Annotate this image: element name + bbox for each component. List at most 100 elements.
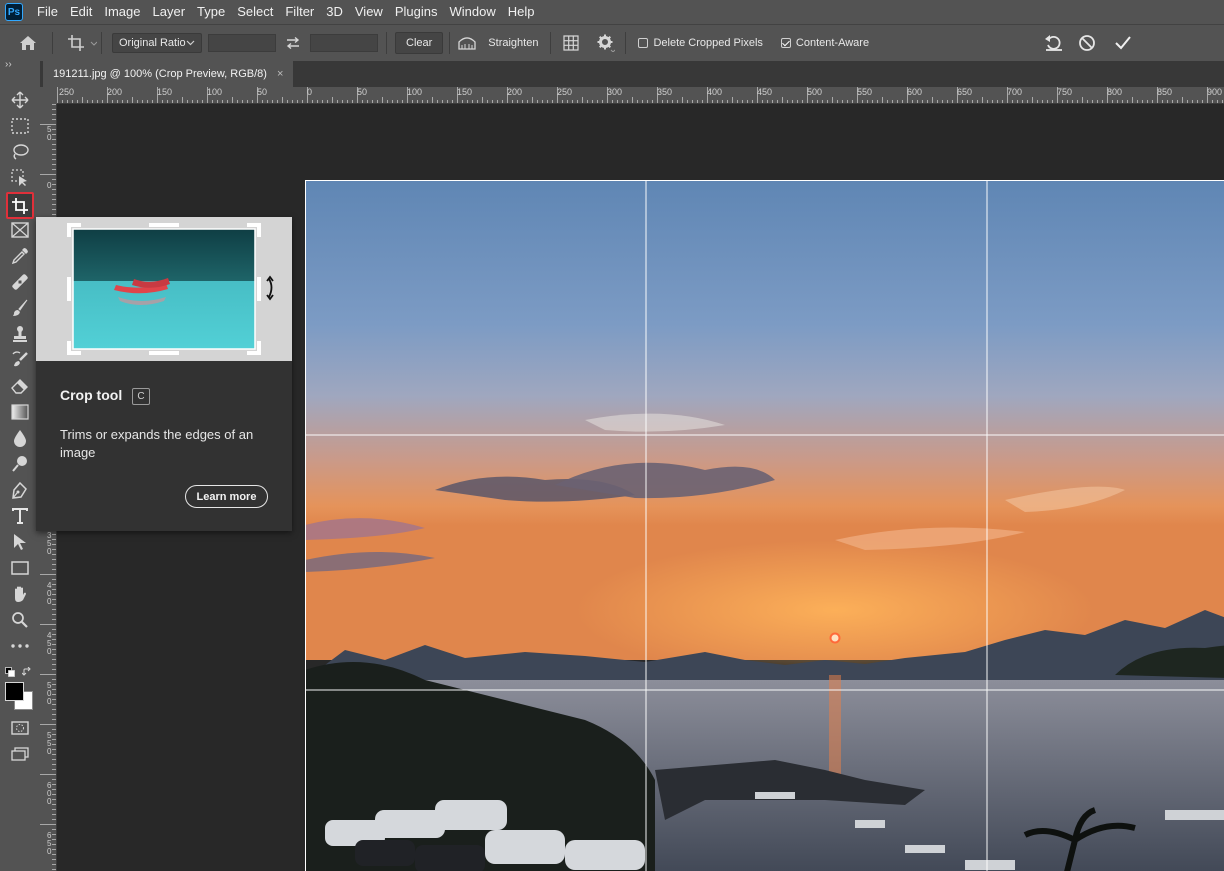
menu-view[interactable]: View [349,0,389,24]
eraser-tool[interactable] [6,374,34,398]
ruler-label: 150 [457,87,473,97]
ratio-select-value: Original Ratio [119,37,186,49]
stamp-icon [13,326,27,342]
quick-mask-button[interactable] [6,716,34,740]
menu-window[interactable]: Window [443,0,501,24]
ruler-label: 850 [1157,87,1173,97]
ruler-label: 300 [607,87,623,97]
path-selection-tool[interactable] [6,530,34,554]
ruler-label: 700 [1007,87,1023,97]
menu-image[interactable]: Image [98,0,146,24]
content-aware-checkbox[interactable] [780,38,791,48]
default-colors-icon[interactable] [5,664,15,682]
clear-button[interactable]: Clear [395,32,444,54]
frame-tool[interactable] [6,218,34,242]
brush-tool[interactable] [6,296,34,320]
type-tool[interactable] [6,504,34,528]
clone-stamp-tool[interactable] [6,322,34,346]
menu-file[interactable]: File [31,0,64,24]
history-brush-tool[interactable] [6,348,34,372]
gradient-icon [11,404,29,420]
photoshop-logo[interactable]: Ps [5,3,23,21]
ruler-label: 50 [357,87,368,97]
crop-preview-image[interactable] [305,180,1224,871]
menu-plugins[interactable]: Plugins [389,0,444,24]
home-icon[interactable] [18,33,38,53]
ruler-label: 250 [557,87,573,97]
dodge-icon [12,456,27,472]
hand-tool[interactable] [6,582,34,606]
quick-mask-icon [11,721,29,735]
healing-brush-tool[interactable] [6,270,34,294]
document-tab[interactable]: 191211.jpg @ 100% (Crop Preview, RGB/8) … [43,61,294,87]
crop-tool[interactable] [6,192,34,219]
tooltip-title: Crop tool [60,387,123,403]
ruler-label: 400 [707,87,723,97]
ruler-label: 50 [257,87,268,97]
blur-tool[interactable] [6,426,34,450]
crop-preset-icon[interactable] [67,34,97,52]
collapse-panel-icon[interactable]: ›› [5,59,12,70]
marquee-tool[interactable] [6,114,34,138]
eyedropper-tool[interactable] [6,244,34,268]
commit-icon[interactable] [1114,35,1132,51]
blur-icon [14,430,26,447]
zoom-tool[interactable] [6,608,34,632]
content-aware-option[interactable]: Content-Aware [780,37,870,49]
ruler-label: 4 5 0 [47,631,52,656]
ruler-label: 450 [757,87,773,97]
dodge-tool[interactable] [6,452,34,476]
delete-cropped-pixels-option[interactable]: Delete Cropped Pixels [638,37,763,49]
ruler-label: 200 [507,87,523,97]
ruler-label: 100 [407,87,423,97]
screen-mode-button[interactable] [6,742,34,766]
ruler-label: 150 [157,87,173,97]
ruler-label: 4 0 0 [47,581,52,606]
brush-icon [13,299,28,316]
straighten-icon[interactable] [458,36,476,50]
gear-icon[interactable] [597,34,616,52]
content-aware-label: Content-Aware [795,37,870,49]
cancel-icon[interactable] [1078,34,1096,52]
menu-type[interactable]: Type [191,0,231,24]
crop-tool-tooltip: Crop tool C Trims or expands the edges o… [36,217,292,531]
ruler-label: 800 [1107,87,1123,97]
move-tool[interactable] [6,88,34,112]
learn-more-button[interactable]: Learn more [185,485,268,508]
ruler-label: 0 [47,181,52,190]
swap-icon[interactable] [286,37,300,49]
menu-select[interactable]: Select [231,0,279,24]
object-select-tool[interactable] [6,166,34,190]
menu-help[interactable]: Help [502,0,541,24]
straighten-label[interactable]: Straighten [488,37,538,49]
tooltip-description: Trims or expands the edges of an image [60,427,254,460]
edit-toolbar-button[interactable] [6,634,34,658]
crop-width-input[interactable] [208,34,276,52]
tools-panel: ›› [0,59,40,871]
ruler-label: 600 [907,87,923,97]
gradient-tool[interactable] [6,400,34,424]
ruler-label: 100 [207,87,223,97]
pen-tool[interactable] [6,478,34,502]
delete-cropped-pixels-checkbox[interactable] [638,38,649,48]
menu-edit[interactable]: Edit [64,0,98,24]
horizontal-ruler[interactable]: 250 200 150 100 50 0 50 100 150 200 250 … [57,87,1224,104]
menu-filter[interactable]: Filter [279,0,320,24]
menu-3d[interactable]: 3D [320,0,349,24]
screen-mode-icon [11,747,29,761]
menu-layer[interactable]: Layer [147,0,192,24]
swap-colors-icon[interactable] [21,664,32,682]
ruler-label: 5 5 0 [47,731,52,756]
ruler-label: 250 [59,87,75,97]
lasso-tool[interactable] [6,140,34,164]
chevron-down-icon [186,37,195,49]
crop-height-input[interactable] [310,34,378,52]
rectangle-tool[interactable] [6,556,34,580]
grid-overlay-icon[interactable] [563,35,580,51]
tooltip-preview [36,217,292,361]
pen-icon [12,481,27,499]
ratio-select[interactable]: Original Ratio [112,33,202,53]
reset-icon[interactable] [1044,34,1064,52]
close-icon[interactable]: × [277,68,283,80]
foreground-color-swatch[interactable] [5,682,24,701]
